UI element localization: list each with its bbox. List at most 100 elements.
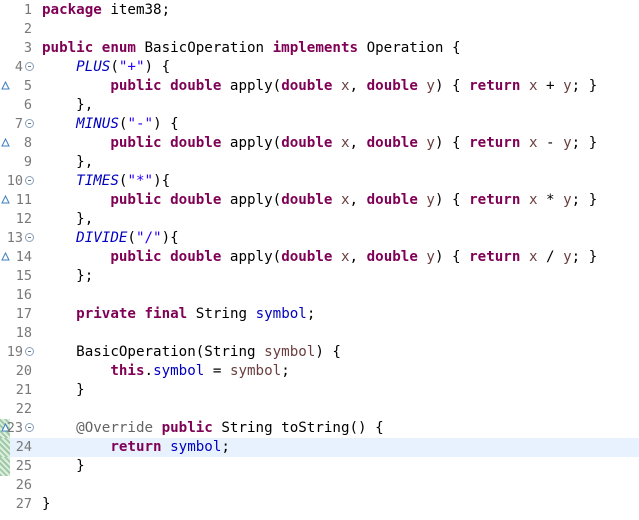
code-text[interactable]: BasicOperation(String symbol) { (42, 343, 341, 362)
code-token: String toString() { (212, 420, 384, 436)
code-token: @Override (76, 420, 154, 436)
code-line[interactable]: 3 public enum BasicOperation implements O… (0, 39, 639, 58)
fold-collapse-icon[interactable] (25, 62, 34, 71)
code-token: double (366, 78, 418, 94)
code-line[interactable]: 16 (0, 286, 639, 305)
code-line[interactable]: 15 }; (0, 267, 639, 286)
code-text[interactable]: } (42, 457, 85, 476)
code-token: }, (42, 211, 94, 227)
code-token: private (76, 306, 136, 322)
code-text[interactable]: private final String symbol; (42, 305, 315, 324)
code-token: BasicOperation (135, 40, 273, 56)
code-line[interactable]: 19 BasicOperation(String symbol) { (0, 343, 639, 362)
code-text[interactable]: }, (42, 153, 93, 172)
line-number: 22 (15, 401, 32, 417)
code-line[interactable]: 7 MINUS("-") { (0, 115, 639, 134)
code-token: / (537, 249, 564, 265)
code-text[interactable]: @Override public String toString() { (42, 419, 384, 438)
line-number: 27 (15, 496, 32, 512)
code-token: apply( (221, 249, 282, 265)
code-line[interactable]: 1 package item38; (0, 1, 639, 20)
code-token: } (42, 496, 51, 512)
code-line[interactable]: 21 } (0, 381, 639, 400)
code-line[interactable]: 27} (0, 495, 639, 514)
line-number: 20 (15, 363, 32, 379)
code-text[interactable]: public double apply(double x, double y) … (42, 77, 597, 96)
code-text[interactable]: public double apply(double x, double y) … (42, 191, 597, 210)
line-ruler: 19 (0, 343, 34, 362)
line-ruler: 10 (0, 172, 34, 191)
code-token: x (340, 249, 350, 265)
line-ruler: 18 (0, 324, 34, 343)
line-ruler: 16 (0, 286, 34, 305)
code-line[interactable]: 2 (0, 20, 639, 39)
code-text[interactable]: public double apply(double x, double y) … (42, 134, 597, 153)
code-text[interactable]: } (42, 381, 85, 400)
line-number: 1 (23, 2, 32, 18)
code-token: "+" (118, 59, 145, 75)
code-line[interactable]: 6 }, (0, 96, 639, 115)
code-line[interactable]: 10 TIMES("*"){ (0, 172, 639, 191)
code-line[interactable]: 4 PLUS("+") { (0, 58, 639, 77)
line-number: 12 (15, 211, 32, 227)
code-line[interactable]: 22 (0, 400, 639, 419)
line-number: 7 (14, 116, 23, 132)
line-ruler: 15 (0, 267, 34, 286)
code-line[interactable]: 9 }, (0, 153, 639, 172)
code-text[interactable]: public enum BasicOperation implements Op… (42, 39, 461, 58)
code-line[interactable]: 24 return symbol; (0, 438, 639, 457)
code-text[interactable]: package item38; (42, 1, 170, 20)
code-text[interactable]: this.symbol = symbol; (42, 362, 289, 381)
code-token: x (340, 135, 350, 151)
code-line[interactable]: 14 public double apply(double x, double … (0, 248, 639, 267)
code-text[interactable]: }, (42, 96, 93, 115)
code-token: BasicOperation(String (42, 344, 265, 360)
code-token: double (366, 192, 418, 208)
code-line[interactable]: 5 public double apply(double x, double y… (0, 77, 639, 96)
code-token: ) { (434, 78, 470, 94)
override-triangle-icon[interactable] (1, 195, 10, 204)
override-triangle-icon[interactable] (1, 81, 10, 90)
code-line[interactable]: 8 public double apply(double x, double y… (0, 134, 639, 153)
fold-collapse-icon[interactable] (25, 119, 34, 128)
code-token: symbol (255, 306, 307, 322)
code-token: public (110, 249, 162, 265)
code-line[interactable]: 13 DIVIDE("/"){ (0, 229, 639, 248)
code-line[interactable]: 17 private final String symbol; (0, 305, 639, 324)
code-text[interactable]: PLUS("+") { (42, 58, 170, 77)
code-text[interactable]: TIMES("*"){ (42, 172, 170, 191)
code-line[interactable]: 11 public double apply(double x, double … (0, 191, 639, 210)
fold-collapse-icon[interactable] (25, 347, 34, 356)
code-text[interactable]: }, (42, 210, 93, 229)
code-token: this (110, 363, 145, 379)
code-token: , (349, 135, 367, 151)
code-text[interactable]: MINUS("-") { (42, 115, 179, 134)
fold-collapse-icon[interactable] (25, 233, 34, 242)
code-token: "/" (135, 230, 162, 246)
code-text[interactable]: public double apply(double x, double y) … (42, 248, 597, 267)
code-text[interactable]: } (42, 495, 51, 514)
line-ruler: 11 (0, 191, 34, 210)
code-line[interactable]: 26 (0, 476, 639, 495)
code-token: symbol (170, 439, 222, 455)
code-text[interactable]: DIVIDE("/"){ (42, 229, 179, 248)
code-line[interactable]: 20 this.symbol = symbol; (0, 362, 639, 381)
code-token: }, (42, 97, 94, 113)
code-line[interactable]: 23 @Override public String toString() { (0, 419, 639, 438)
fold-collapse-icon[interactable] (25, 423, 34, 432)
code-text[interactable]: return symbol; (42, 438, 230, 457)
override-triangle-icon[interactable] (1, 252, 10, 261)
code-editor[interactable]: 1 package item38; 2 3 public enum BasicOpera… (0, 0, 639, 520)
code-line[interactable]: 25 } (0, 457, 639, 476)
fold-collapse-icon[interactable] (25, 176, 34, 185)
code-text[interactable]: }; (42, 267, 93, 286)
code-line[interactable]: 18 (0, 324, 639, 343)
line-number: 17 (15, 306, 32, 322)
override-triangle-icon[interactable] (1, 138, 10, 147)
code-line[interactable]: 12 }, (0, 210, 639, 229)
line-number: 9 (23, 154, 32, 170)
code-token: ) { (434, 192, 470, 208)
